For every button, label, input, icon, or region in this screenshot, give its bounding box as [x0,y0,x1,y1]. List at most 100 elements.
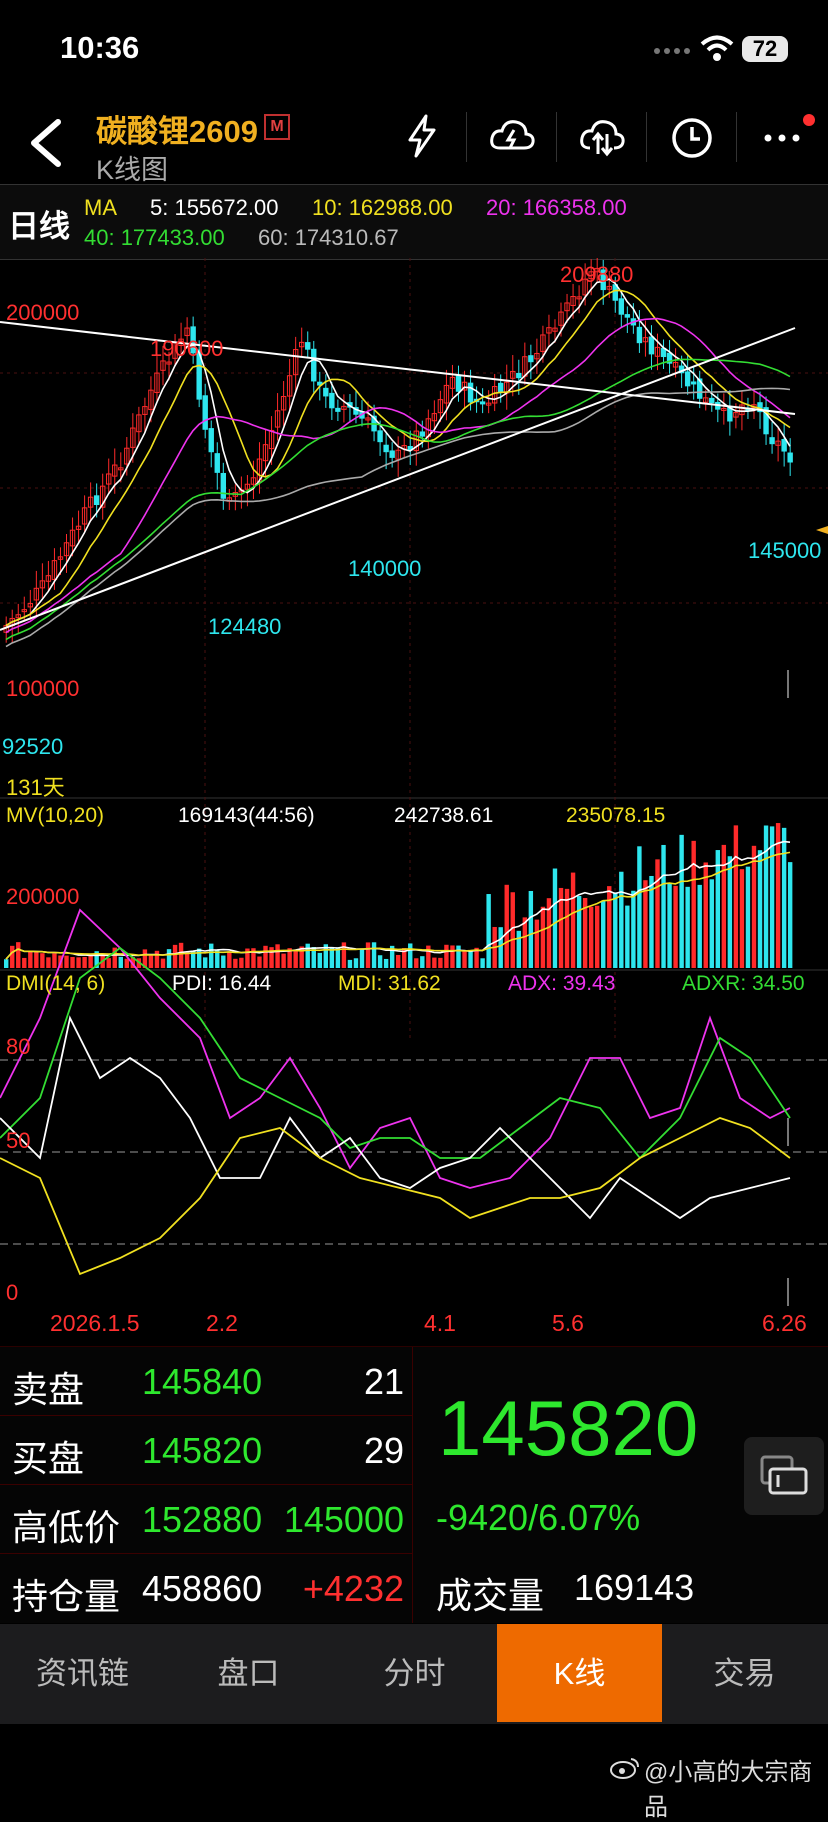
date-label: 2026.1.5 [50,1310,140,1336]
price-label-last-low: 145000 [748,538,822,563]
signal-icon [654,48,690,54]
volume-bar [456,945,461,968]
candle [154,356,160,404]
volume-bar [613,892,618,968]
quote-panel: 卖盘 145840 21 买盘 145820 29 高低价 152880 145… [0,1346,828,1623]
volume-bar [263,945,268,968]
volume-bar [679,834,684,968]
low-price: 145000 [283,1499,404,1540]
candle [546,314,552,347]
volume-ma-line [5,851,791,960]
volume-bar [619,871,624,968]
tab-intraday[interactable]: 分时 [332,1624,497,1724]
volume-bar [34,952,39,968]
volume-bar [221,955,226,968]
candle [99,473,106,520]
sell-qty: 21 [363,1361,404,1402]
volume-bar [377,955,383,968]
candle [81,495,88,533]
high-price: 152880 [142,1499,263,1540]
main-contract-badge: M [264,114,290,140]
volume-bar [395,954,401,968]
candle [684,355,691,395]
layout-toggle-button[interactable] [744,1437,824,1515]
candle [769,422,775,454]
volume-bar [444,944,449,968]
candle [449,364,456,398]
volume-bar [281,953,286,968]
volume-bar [552,868,558,968]
lightning-icon[interactable] [398,112,446,160]
days-count: 131天 [6,775,65,800]
volume-bar [685,886,690,968]
price-label-low124480: 124480 [208,614,282,639]
cloud-upload-icon[interactable] [488,112,536,160]
tab-news-chain[interactable]: 资讯链 [0,1624,165,1724]
volume-bar [40,953,45,968]
price-label-start-low: 92520 [2,734,64,759]
volume-total: 169143 [574,1567,695,1608]
candle [395,436,401,477]
candle [341,394,347,423]
ma-line [5,358,791,641]
dmi-pdi: PDI: 16.44 [172,972,272,995]
header-divider [646,112,647,162]
buy-label: 买盘 [12,1438,85,1479]
tab-order-book[interactable]: 盘口 [166,1624,331,1724]
battery-indicator: 72 [742,36,788,62]
volume-bar [4,959,9,968]
high-low-label: 高低价 [12,1507,121,1548]
candle [39,563,46,598]
volume-bar [239,957,244,968]
dmi-level-50: 50 [6,1128,31,1153]
tab-kline[interactable]: K线 [497,1624,662,1722]
date-label: 6.26 [762,1310,807,1336]
ma5-value: 5: 155672.00 [150,195,279,220]
watermark: @小高的大宗商品 [644,1759,813,1821]
header-divider [736,112,737,162]
candle [660,339,667,370]
volume-bar [570,872,576,968]
volume-bar [643,880,648,968]
volume-bar [383,958,389,968]
volume-bar [721,844,727,968]
volume-bar [462,951,467,968]
candle [305,331,311,358]
cloud-sync-icon[interactable] [578,112,626,160]
back-arrow-icon[interactable] [26,118,66,168]
period-label[interactable]: 日线 [8,201,70,246]
volume-bar [757,850,763,968]
dmi-line [0,1015,791,1220]
sell-row[interactable]: 卖盘 145840 21 [0,1347,412,1416]
ma60-value: 60: 174310.67 [258,225,399,250]
kline-chart[interactable] [0,258,828,1346]
volume-bar [781,827,787,968]
ma-indicator-bar[interactable]: 日线 MA 5: 155672.00 10: 162988.00 20: 166… [0,184,828,260]
candle [347,394,353,423]
volume-bar [184,952,190,968]
candle [727,390,733,436]
volume-bar [82,956,87,968]
date-label: 2.2 [206,1310,238,1336]
buy-row[interactable]: 买盘 145820 29 [0,1416,412,1485]
candle [286,358,293,412]
more-icon[interactable] [758,112,806,160]
volume-bar [450,945,455,968]
notification-dot [803,114,815,126]
candle [455,365,462,402]
volume-label: 成交量 [436,1575,545,1616]
ma-line [5,387,791,648]
volume-bar [365,942,371,968]
tab-trade[interactable]: 交易 [662,1624,827,1724]
clock-icon[interactable] [668,112,716,160]
price-label-peak1: 190600 [150,336,224,361]
volume-bar [16,942,21,968]
high-low-row: 高低价 152880 145000 [0,1485,412,1554]
volume-bar [106,958,111,968]
price-axis-100000: 100000 [6,676,80,701]
volume-bar [275,944,280,968]
weibo-icon [610,1758,639,1779]
candle [413,421,419,466]
candle [202,383,208,439]
volume-bar [588,906,594,968]
